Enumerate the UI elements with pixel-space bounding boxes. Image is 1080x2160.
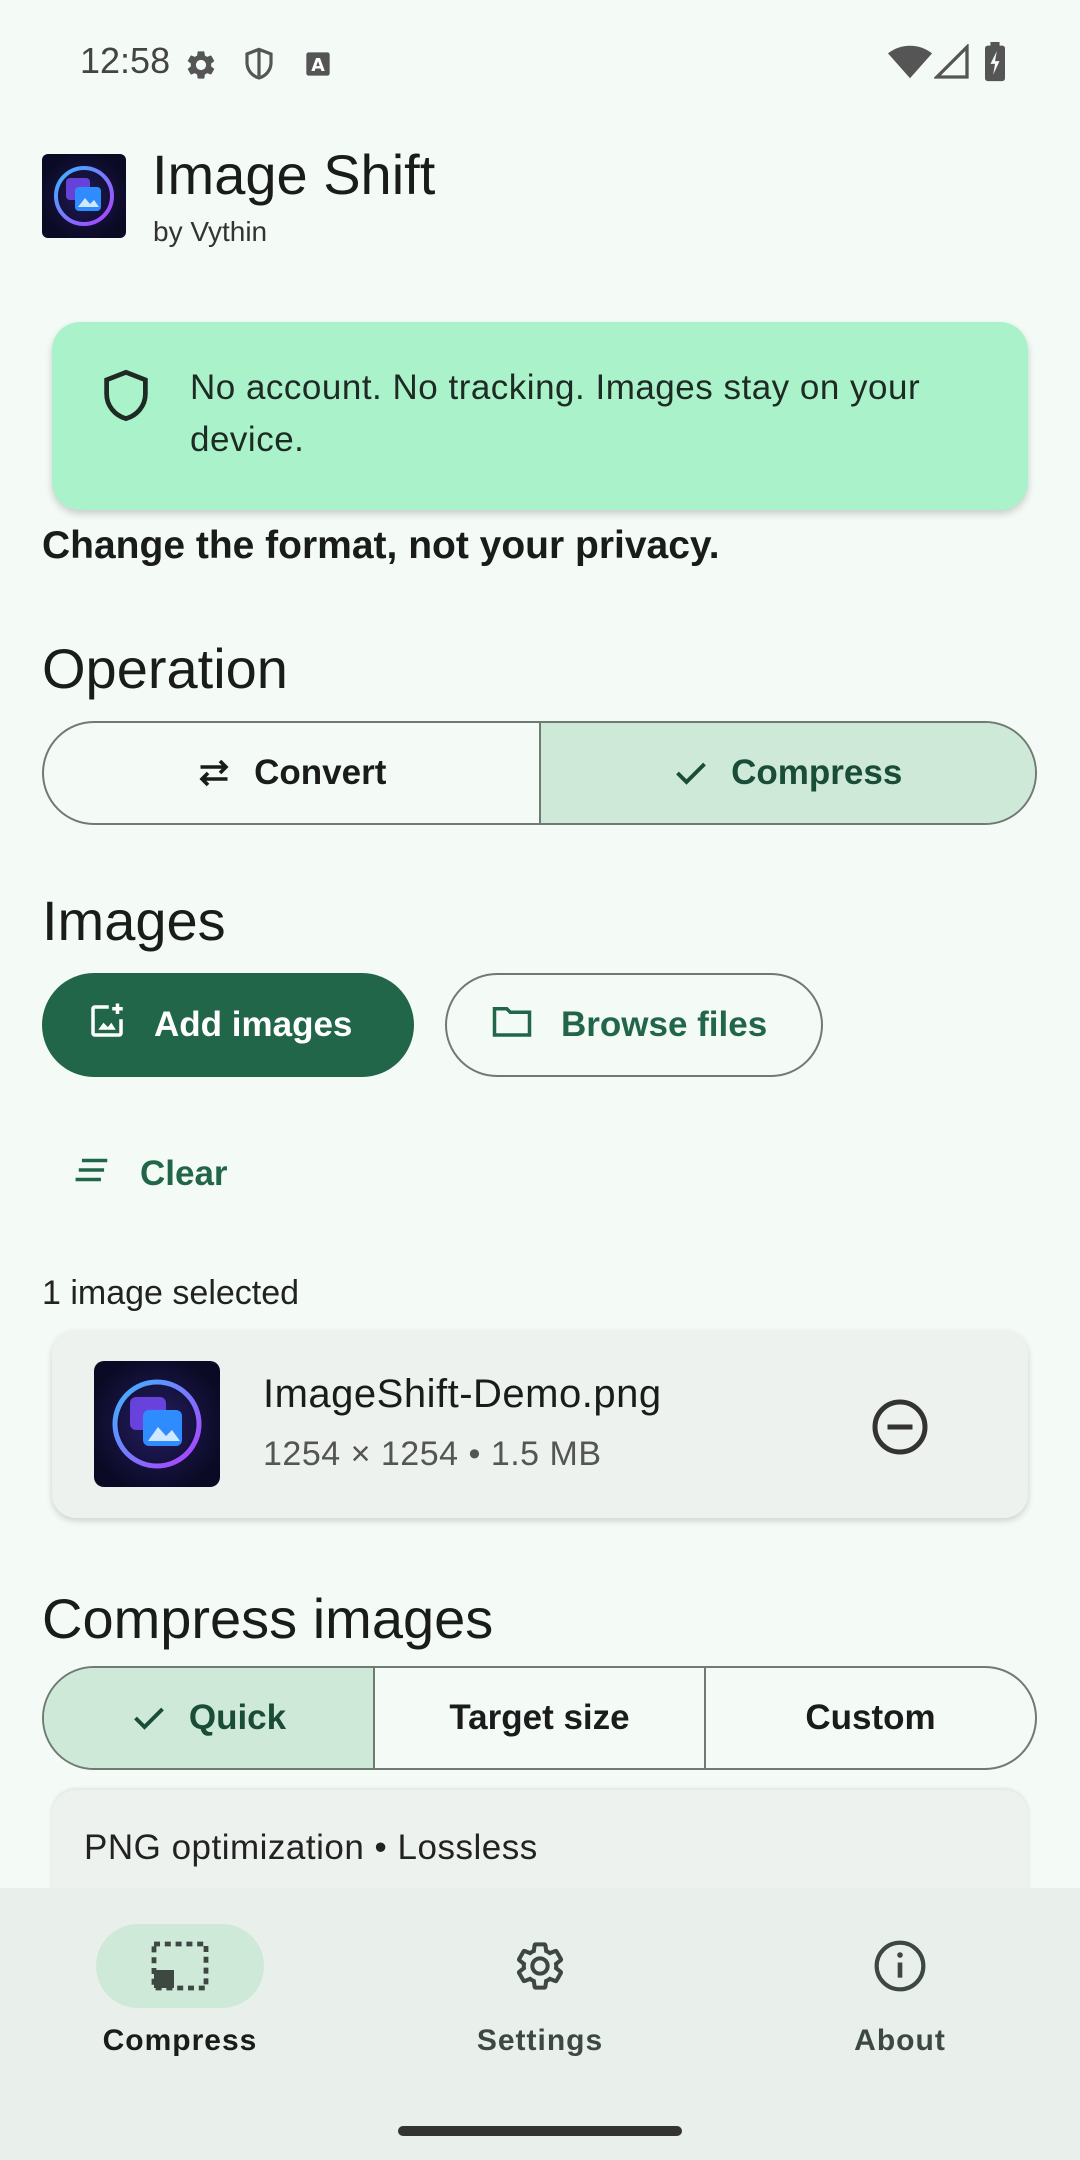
check-icon <box>673 758 709 788</box>
add-images-label: Add images <box>154 1005 353 1044</box>
images-heading: Images <box>42 889 226 952</box>
clear-label: Clear <box>140 1154 228 1193</box>
compress-mode-segmented-control: Quick Target size Custom <box>42 1666 1037 1770</box>
selected-count: 1 image selected <box>42 1274 300 1312</box>
compress-mode-quick-label: Quick <box>188 1698 287 1737</box>
wifi-icon <box>886 42 934 82</box>
file-meta: 1254 × 1254 • 1.5 MB <box>263 1435 602 1473</box>
compress-summary: PNG optimization • Lossless <box>84 1828 538 1867</box>
compress-mode-custom-label: Custom <box>805 1698 936 1737</box>
folder-icon <box>491 1003 533 1048</box>
nav-item-compress[interactable]: Compress <box>50 1924 310 2058</box>
add-images-button[interactable]: Add images <box>42 973 414 1077</box>
nav-item-settings[interactable]: Settings <box>410 1924 670 2058</box>
app-subtitle: by Vythin <box>153 216 268 247</box>
file-thumbnail <box>94 1361 220 1487</box>
swap-icon <box>196 758 232 788</box>
compress-mode-quick[interactable]: Quick <box>44 1668 375 1768</box>
signal-icon <box>932 42 972 82</box>
operation-compress-label: Compress <box>731 753 903 792</box>
check-icon <box>131 1703 167 1733</box>
file-name: ImageShift-Demo.png <box>263 1372 662 1416</box>
browse-files-label: Browse files <box>561 1005 768 1044</box>
shield-icon <box>100 368 152 424</box>
settings-icon <box>456 1924 624 2008</box>
operation-heading: Operation <box>42 637 288 700</box>
operation-convert-option[interactable]: Convert <box>44 723 541 823</box>
compress-heading: Compress images <box>42 1587 494 1650</box>
compress-mode-target-size[interactable]: Target size <box>375 1668 706 1768</box>
tagline: Change the format, not your privacy. <box>42 524 720 567</box>
browse-files-button[interactable]: Browse files <box>445 973 823 1077</box>
clear-button[interactable]: Clear <box>74 1146 228 1202</box>
app-logo <box>42 154 126 238</box>
add-photo-icon <box>86 1000 128 1051</box>
home-indicator[interactable] <box>398 2126 682 2136</box>
status-time: 12:58 <box>80 40 171 81</box>
nav-label-compress: Compress <box>102 2024 258 2057</box>
compress-icon <box>96 1924 264 2008</box>
operation-segmented-control: Convert Compress <box>42 721 1037 825</box>
compress-mode-custom[interactable]: Custom <box>706 1668 1035 1768</box>
svg-text:A: A <box>311 56 325 76</box>
battery-charging-icon <box>980 40 1010 84</box>
privacy-message: No account. No tracking. Images stay on … <box>190 368 921 459</box>
operation-convert-label: Convert <box>254 753 387 792</box>
nav-label-settings: Settings <box>476 2024 604 2057</box>
nav-label-about: About <box>854 2024 946 2057</box>
operation-compress-option[interactable]: Compress <box>540 723 1035 823</box>
info-icon <box>816 1924 984 2008</box>
clear-all-icon <box>74 1154 112 1194</box>
shield-icon <box>240 44 278 84</box>
remove-circle-icon <box>872 1399 928 1455</box>
remove-file-button[interactable] <box>870 1397 930 1457</box>
app-title: Image Shift <box>152 143 436 206</box>
compress-mode-target-size-label: Target size <box>449 1698 630 1737</box>
nav-item-about[interactable]: About <box>770 1924 1030 2058</box>
gear-icon <box>182 46 220 84</box>
keyboard-icon: A <box>302 48 334 80</box>
